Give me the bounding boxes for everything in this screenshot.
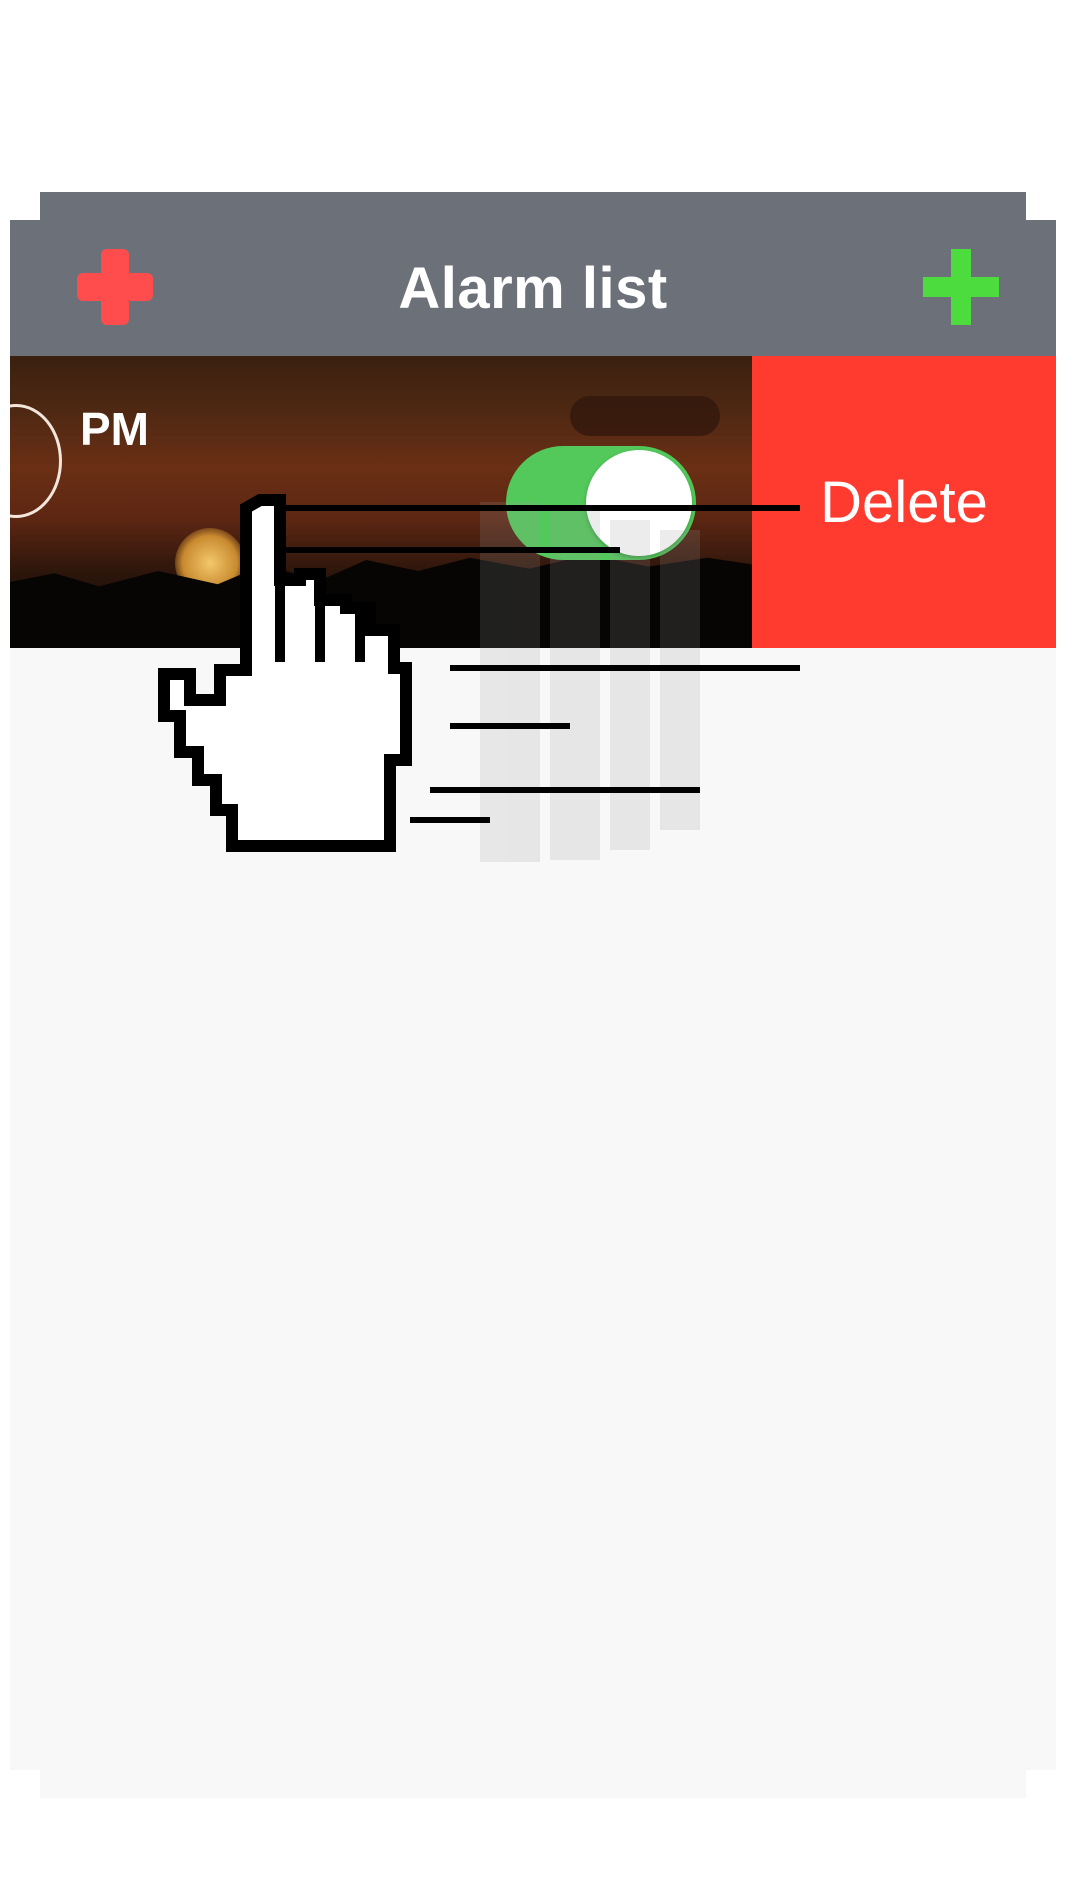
frame-bottom-edge xyxy=(40,1770,1026,1798)
green-plus-icon xyxy=(923,249,999,325)
alarm-list: PM Delete xyxy=(10,356,1056,1770)
alarm-enabled-toggle[interactable] xyxy=(506,446,696,560)
toggle-knob xyxy=(586,450,692,556)
delete-button[interactable]: Delete xyxy=(752,356,1056,648)
navigation-bar: Alarm list xyxy=(10,220,1056,356)
page-title: Alarm list xyxy=(398,255,668,321)
frame-top-edge xyxy=(40,192,1026,222)
background-cloud xyxy=(570,396,720,436)
screen: Alarm list PM Delete xyxy=(0,0,1065,1893)
alarm-row[interactable]: PM xyxy=(10,356,752,648)
alarm-time-digit xyxy=(10,404,62,518)
add-alarm-button[interactable] xyxy=(916,242,1006,332)
alarm-period: PM xyxy=(80,403,149,455)
